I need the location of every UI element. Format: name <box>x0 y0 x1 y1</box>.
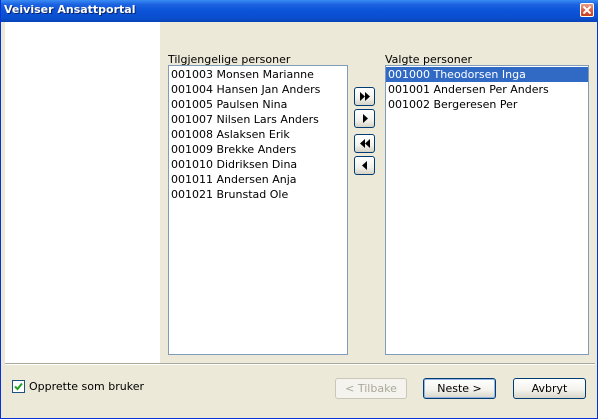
list-item[interactable]: 001004 Hansen Jan Anders <box>169 82 347 97</box>
selected-persons-list[interactable]: 001000 Theodorsen Inga 001001 Andersen Pe… <box>385 65 589 355</box>
list-item[interactable]: 001002 Bergeresen Per <box>386 97 588 112</box>
list-item[interactable]: 001007 Nilsen Lars Anders <box>169 112 347 127</box>
back-button[interactable]: < Tilbake <box>335 378 407 399</box>
list-item[interactable]: 001009 Brekke Anders <box>169 142 347 157</box>
arrow-left-icon <box>362 161 367 170</box>
next-button[interactable]: Neste > <box>423 378 496 399</box>
window-title: Veiviser Ansattportal <box>4 3 136 16</box>
add-all-button[interactable] <box>354 87 375 106</box>
double-arrow-right-icon <box>360 92 370 101</box>
create-user-checkbox[interactable] <box>12 380 25 393</box>
available-persons-list[interactable]: 001003 Monsen Marianne 001004 Hansen Jan … <box>168 65 348 355</box>
list-item[interactable]: 001008 Aslaksen Erik <box>169 127 347 142</box>
add-selected-button[interactable] <box>354 109 375 128</box>
cancel-button[interactable]: Avbryt <box>513 378 586 399</box>
arrow-right-icon <box>363 114 368 123</box>
footer-separator <box>5 363 595 365</box>
list-item[interactable]: 001001 Andersen Per Anders <box>386 82 588 97</box>
create-user-label: Opprette som bruker <box>29 380 144 393</box>
close-button[interactable] <box>580 3 594 17</box>
wizard-side-panel <box>5 22 160 363</box>
list-item[interactable]: 001000 Theodorsen Inga <box>386 67 588 82</box>
list-item[interactable]: 001003 Monsen Marianne <box>169 67 347 82</box>
double-arrow-left-icon <box>360 139 370 148</box>
list-item[interactable]: 001010 Didriksen Dina <box>169 157 347 172</box>
list-item[interactable]: 001021 Brunstad Ole <box>169 187 347 202</box>
title-bar[interactable]: Veiviser Ansattportal <box>1 0 598 22</box>
checkmark-icon <box>14 382 23 391</box>
remove-selected-button[interactable] <box>354 156 375 175</box>
wizard-window: Veiviser Ansattportal Tilgjengelige pers… <box>0 0 598 419</box>
list-item[interactable]: 001005 Paulsen Nina <box>169 97 347 112</box>
remove-all-button[interactable] <box>354 134 375 153</box>
list-item[interactable]: 001011 Andersen Anja <box>169 172 347 187</box>
